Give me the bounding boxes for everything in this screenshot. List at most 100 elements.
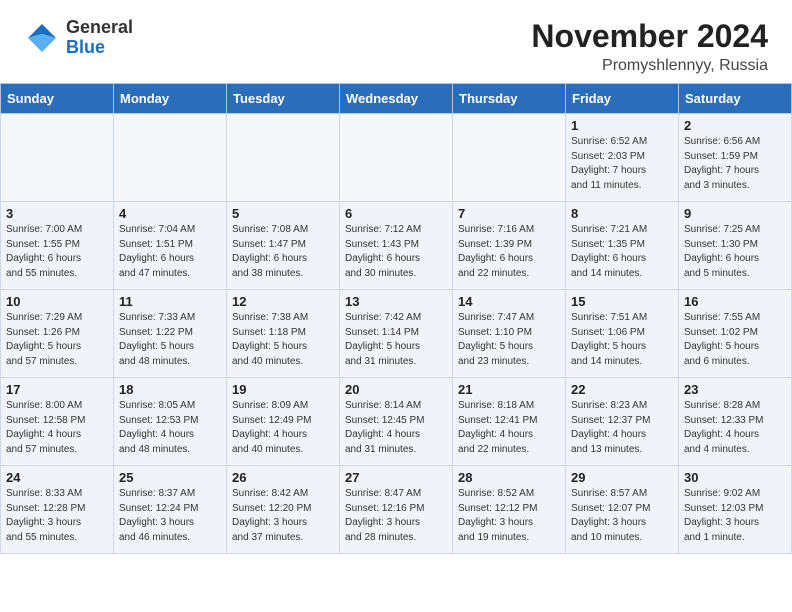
day-number: 17 [6,382,108,397]
calendar-cell: 9 Sunrise: 7:25 AM Sunset: 1:30 PM Daylig… [679,202,792,290]
title-block: November 2024 Promyshlennyy, Russia [531,18,768,75]
day-number: 10 [6,294,108,309]
day-detail: Sunrise: 6:52 AM Sunset: 2:03 PM Dayligh… [571,135,673,193]
day-number: 1 [571,118,673,133]
day-detail: Sunrise: 8:47 AM Sunset: 12:16 PM Daylig… [345,487,447,545]
day-number: 4 [119,206,221,221]
calendar-cell [340,114,453,202]
day-detail: Sunrise: 7:55 AM Sunset: 1:02 PM Dayligh… [684,311,786,369]
day-number: 8 [571,206,673,221]
week-row-2: 3Sunrise: 7:00 AM Sunset: 1:55 PM Daylig… [1,202,792,290]
day-number: 3 [6,206,108,221]
day-detail: Sunrise: 7:47 AM Sunset: 1:10 PM Dayligh… [458,311,560,369]
day-number: 29 [571,470,673,485]
weekday-header-sunday: Sunday [1,84,114,114]
calendar-cell: 10 Sunrise: 7:29 AM Sunset: 1:26 PM Dayli… [1,290,114,378]
calendar-cell: 27 Sunrise: 8:47 AM Sunset: 12:16 PM Dayl… [340,466,453,554]
day-number: 27 [345,470,447,485]
day-detail: Sunrise: 7:12 AM Sunset: 1:43 PM Dayligh… [345,223,447,281]
day-number: 15 [571,294,673,309]
calendar-cell: 11Sunrise: 7:33 AM Sunset: 1:22 PM Dayli… [114,290,227,378]
day-detail: Sunrise: 7:42 AM Sunset: 1:14 PM Dayligh… [345,311,447,369]
weekday-header-saturday: Saturday [679,84,792,114]
day-number: 2 [684,118,786,133]
day-detail: Sunrise: 8:23 AM Sunset: 12:37 PM Daylig… [571,399,673,457]
day-detail: Sunrise: 7:29 AM Sunset: 1:26 PM Dayligh… [6,311,108,369]
calendar-cell: 4 Sunrise: 7:04 AM Sunset: 1:51 PM Daylig… [114,202,227,290]
calendar-cell: 25Sunrise: 8:37 AM Sunset: 12:24 PM Dayl… [114,466,227,554]
week-row-1: 1 Sunrise: 6:52 AM Sunset: 2:03 PM Daylig… [1,114,792,202]
calendar-cell: 6 Sunrise: 7:12 AM Sunset: 1:43 PM Daylig… [340,202,453,290]
calendar-cell: 2 Sunrise: 6:56 AM Sunset: 1:59 PM Daylig… [679,114,792,202]
day-number: 22 [571,382,673,397]
calendar-cell: 16 Sunrise: 7:55 AM Sunset: 1:02 PM Dayli… [679,290,792,378]
week-row-4: 17Sunrise: 8:00 AM Sunset: 12:58 PM Dayl… [1,378,792,466]
calendar-cell [114,114,227,202]
day-number: 12 [232,294,334,309]
day-number: 23 [684,382,786,397]
calendar-cell [453,114,566,202]
day-detail: Sunrise: 8:57 AM Sunset: 12:07 PM Daylig… [571,487,673,545]
logo-icon [24,20,60,56]
calendar-cell [1,114,114,202]
day-detail: Sunrise: 6:56 AM Sunset: 1:59 PM Dayligh… [684,135,786,193]
calendar-cell: 20Sunrise: 8:14 AM Sunset: 12:45 PM Dayl… [340,378,453,466]
day-detail: Sunrise: 7:33 AM Sunset: 1:22 PM Dayligh… [119,311,221,369]
calendar-cell: 8 Sunrise: 7:21 AM Sunset: 1:35 PM Daylig… [566,202,679,290]
calendar-cell: 12 Sunrise: 7:38 AM Sunset: 1:18 PM Dayli… [227,290,340,378]
day-number: 5 [232,206,334,221]
day-detail: Sunrise: 7:51 AM Sunset: 1:06 PM Dayligh… [571,311,673,369]
day-number: 9 [684,206,786,221]
week-row-3: 10 Sunrise: 7:29 AM Sunset: 1:26 PM Dayli… [1,290,792,378]
day-detail: Sunrise: 8:05 AM Sunset: 12:53 PM Daylig… [119,399,221,457]
day-number: 13 [345,294,447,309]
day-number: 26 [232,470,334,485]
weekday-header-thursday: Thursday [453,84,566,114]
calendar-cell: 26 Sunrise: 8:42 AM Sunset: 12:20 PM Dayl… [227,466,340,554]
day-detail: Sunrise: 8:33 AM Sunset: 12:28 PM Daylig… [6,487,108,545]
calendar-cell: 14Sunrise: 7:47 AM Sunset: 1:10 PM Dayli… [453,290,566,378]
calendar-cell: 1 Sunrise: 6:52 AM Sunset: 2:03 PM Daylig… [566,114,679,202]
day-detail: Sunrise: 7:08 AM Sunset: 1:47 PM Dayligh… [232,223,334,281]
day-number: 6 [345,206,447,221]
calendar-cell: 7Sunrise: 7:16 AM Sunset: 1:39 PM Daylig… [453,202,566,290]
day-detail: Sunrise: 7:25 AM Sunset: 1:30 PM Dayligh… [684,223,786,281]
weekday-header-row: SundayMondayTuesdayWednesdayThursdayFrid… [1,84,792,114]
weekday-header-friday: Friday [566,84,679,114]
day-detail: Sunrise: 9:02 AM Sunset: 12:03 PM Daylig… [684,487,786,545]
calendar-cell [227,114,340,202]
day-detail: Sunrise: 8:09 AM Sunset: 12:49 PM Daylig… [232,399,334,457]
calendar-table: SundayMondayTuesdayWednesdayThursdayFrid… [0,83,792,554]
day-detail: Sunrise: 8:42 AM Sunset: 12:20 PM Daylig… [232,487,334,545]
calendar-cell: 15 Sunrise: 7:51 AM Sunset: 1:06 PM Dayli… [566,290,679,378]
week-row-5: 24 Sunrise: 8:33 AM Sunset: 12:28 PM Dayl… [1,466,792,554]
calendar-cell: 5 Sunrise: 7:08 AM Sunset: 1:47 PM Daylig… [227,202,340,290]
calendar-cell: 23 Sunrise: 8:28 AM Sunset: 12:33 PM Dayl… [679,378,792,466]
weekday-header-monday: Monday [114,84,227,114]
weekday-header-tuesday: Tuesday [227,84,340,114]
calendar-cell: 30 Sunrise: 9:02 AM Sunset: 12:03 PM Dayl… [679,466,792,554]
day-detail: Sunrise: 7:38 AM Sunset: 1:18 PM Dayligh… [232,311,334,369]
day-number: 28 [458,470,560,485]
day-number: 25 [119,470,221,485]
day-detail: Sunrise: 8:28 AM Sunset: 12:33 PM Daylig… [684,399,786,457]
location-title: Promyshlennyy, Russia [531,57,768,75]
day-detail: Sunrise: 8:18 AM Sunset: 12:41 PM Daylig… [458,399,560,457]
day-number: 30 [684,470,786,485]
day-number: 24 [6,470,108,485]
page-header: General Blue November 2024 Promyshlennyy… [0,0,792,83]
calendar-cell: 22 Sunrise: 8:23 AM Sunset: 12:37 PM Dayl… [566,378,679,466]
calendar-cell: 28 Sunrise: 8:52 AM Sunset: 12:12 PM Dayl… [453,466,566,554]
logo: General Blue [24,18,133,58]
calendar-cell: 17Sunrise: 8:00 AM Sunset: 12:58 PM Dayl… [1,378,114,466]
day-detail: Sunrise: 8:52 AM Sunset: 12:12 PM Daylig… [458,487,560,545]
month-title: November 2024 [531,18,768,55]
day-detail: Sunrise: 7:04 AM Sunset: 1:51 PM Dayligh… [119,223,221,281]
day-detail: Sunrise: 7:21 AM Sunset: 1:35 PM Dayligh… [571,223,673,281]
day-detail: Sunrise: 8:14 AM Sunset: 12:45 PM Daylig… [345,399,447,457]
day-detail: Sunrise: 7:16 AM Sunset: 1:39 PM Dayligh… [458,223,560,281]
day-number: 18 [119,382,221,397]
day-number: 16 [684,294,786,309]
calendar-cell: 19Sunrise: 8:09 AM Sunset: 12:49 PM Dayl… [227,378,340,466]
calendar-cell: 29 Sunrise: 8:57 AM Sunset: 12:07 PM Dayl… [566,466,679,554]
